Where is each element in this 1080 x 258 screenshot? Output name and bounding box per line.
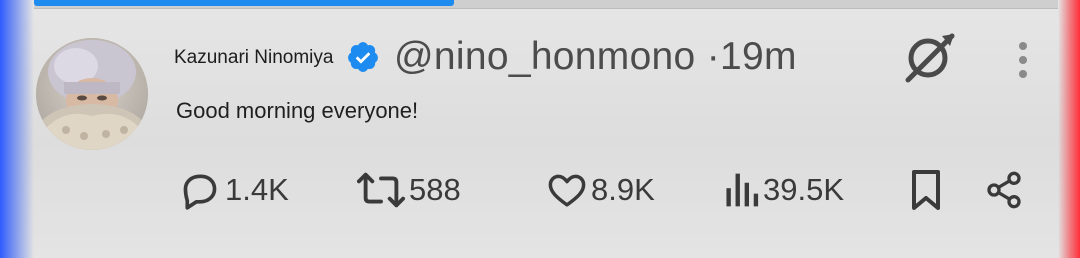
avatar-image [36,38,148,150]
reply-button[interactable]: 1.4K [178,166,289,214]
repost-button[interactable]: 588 [356,166,461,214]
media-progress-track [34,0,1058,8]
tweet-time[interactable]: 19m [720,35,797,78]
like-icon [548,174,586,207]
views-count: 39.5K [763,172,845,207]
right-edge-glow [1058,0,1080,258]
bookmark-icon [912,170,940,210]
media-progress-fill [34,0,454,6]
left-edge-glow [0,0,34,258]
share-button[interactable] [984,166,1024,214]
repost-icon [356,172,406,208]
author-name[interactable]: Kazunari Ninomiya [174,47,333,69]
views-icon [726,173,759,207]
reply-count: 1.4K [225,172,289,207]
reply-icon [183,174,217,210]
meta-separator: · [706,35,720,78]
like-button[interactable]: 8.9K [546,166,655,214]
share-icon [987,171,1021,209]
avatar[interactable] [36,38,148,150]
author-handle[interactable]: @nino_honmono [394,35,696,78]
views-button[interactable]: 39.5K [722,166,844,214]
verified-badge-icon [348,42,378,72]
more-vertical-icon[interactable] [1010,40,1036,80]
grok-icon[interactable] [902,30,958,84]
bookmark-button[interactable] [908,166,944,214]
tweet-text: Good morning everyone! [176,98,419,123]
like-count: 8.9K [591,172,655,207]
divider [34,8,1058,9]
handle-and-time: @nino_honmono ·19m [394,35,797,79]
repost-count: 588 [409,172,461,207]
